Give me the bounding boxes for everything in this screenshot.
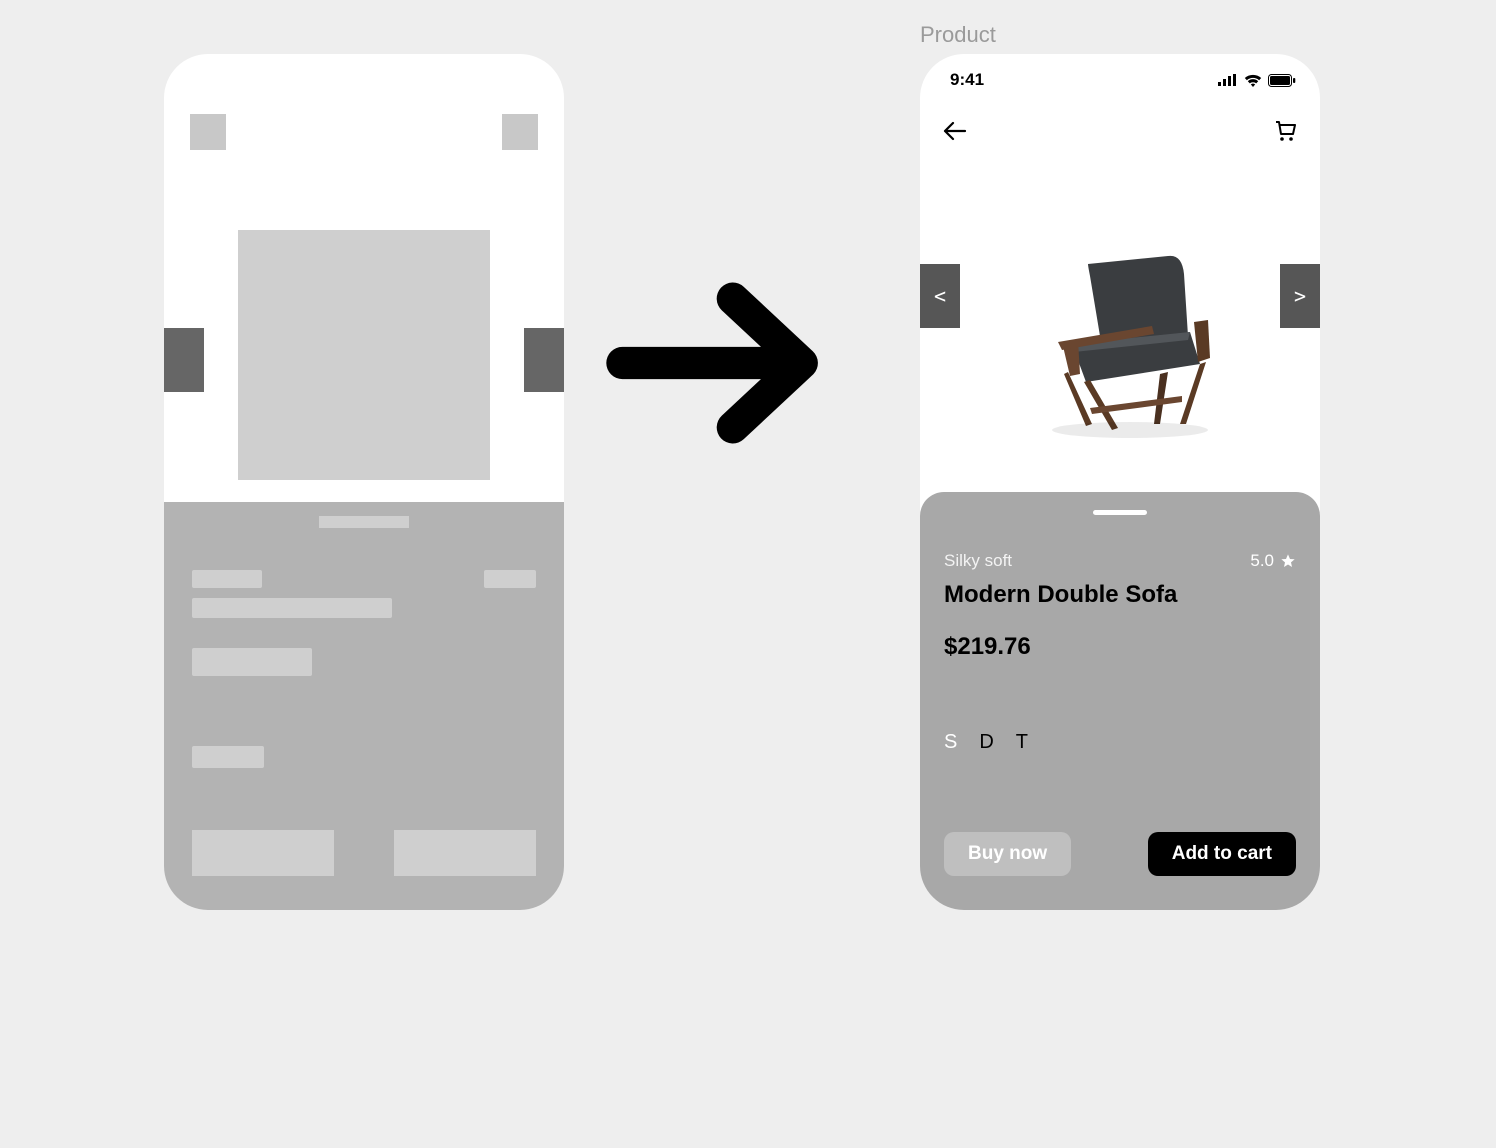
- battery-icon: [1268, 74, 1296, 87]
- chevron-right-icon: >: [1294, 284, 1306, 308]
- add-to-cart-button[interactable]: Add to cart: [1148, 832, 1296, 876]
- arrow-right-icon: [604, 248, 834, 478]
- wireframe-carousel-prev: [164, 328, 204, 392]
- cart-icon: [1273, 119, 1297, 143]
- product-title: Modern Double Sofa: [944, 581, 1296, 609]
- status-time: 9:41: [950, 70, 984, 90]
- carousel-prev-button[interactable]: <: [920, 264, 960, 328]
- signal-icon: [1218, 74, 1238, 86]
- sheet-handle[interactable]: [1093, 510, 1147, 515]
- chevron-left-icon: <: [934, 284, 946, 308]
- frame-label: Product: [920, 22, 996, 48]
- wireframe-buy-button: [192, 830, 334, 876]
- cart-button[interactable]: [1272, 118, 1298, 144]
- rating-value: 5.0: [1250, 551, 1274, 571]
- wireframe-price: [192, 648, 312, 676]
- wireframe-carousel-next: [524, 328, 564, 392]
- product-detail-screen: 9:41 <: [920, 54, 1320, 910]
- buy-now-button[interactable]: Buy now: [944, 832, 1071, 876]
- wireframe-rating: [484, 570, 536, 588]
- wireframe-title: [192, 598, 392, 618]
- back-button[interactable]: [942, 118, 968, 144]
- product-subtitle: Silky soft: [944, 551, 1012, 571]
- size-option-d[interactable]: D: [979, 731, 993, 754]
- carousel-next-button[interactable]: >: [1280, 264, 1320, 328]
- status-bar: 9:41: [920, 54, 1320, 90]
- wireframe-sizes: [192, 746, 264, 768]
- wireframe-back-placeholder: [190, 114, 226, 150]
- star-icon: [1280, 553, 1296, 569]
- wireframe-cart-button: [394, 830, 536, 876]
- product-price: $219.76: [944, 633, 1296, 661]
- size-options: S D T: [944, 731, 1296, 754]
- wireframe-product-image: [238, 230, 490, 480]
- arrow-left-icon: [943, 121, 967, 141]
- wifi-icon: [1244, 74, 1262, 87]
- product-info-sheet: Silky soft 5.0 Modern Double Sofa $219.7…: [920, 492, 1320, 910]
- product-carousel: <: [920, 204, 1320, 464]
- wireframe-phone: [164, 54, 564, 910]
- status-icons: [1218, 74, 1296, 87]
- product-rating: 5.0: [1250, 551, 1296, 571]
- wireframe-cart-placeholder: [502, 114, 538, 150]
- wireframe-subtitle: [192, 570, 262, 588]
- wireframe-sheet-handle: [319, 516, 409, 528]
- size-option-t[interactable]: T: [1016, 731, 1028, 754]
- size-option-s[interactable]: S: [944, 731, 957, 754]
- product-image: [1010, 224, 1230, 444]
